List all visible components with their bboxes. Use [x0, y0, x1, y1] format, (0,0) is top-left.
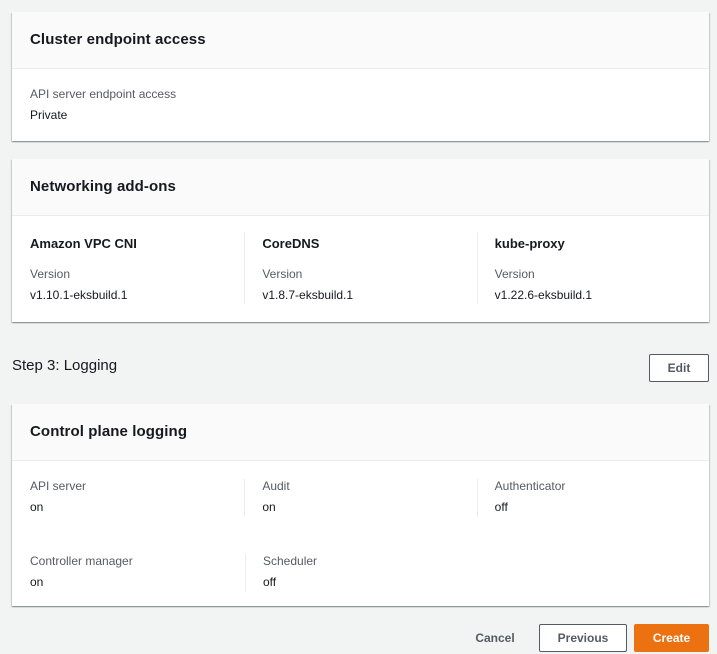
panel-title: Networking add-ons: [30, 178, 176, 195]
edit-logging-button[interactable]: Edit: [649, 354, 709, 382]
log-status-value: on: [30, 575, 44, 589]
panel-header: Control plane logging: [12, 404, 709, 461]
log-status-value: on: [30, 500, 44, 514]
panel-title: Control plane logging: [30, 423, 188, 440]
log-type-label: Audit: [262, 479, 290, 493]
logging-row: Controller manager on Scheduler off: [12, 553, 709, 628]
logging-row: API server on Audit on Authenticator off: [12, 478, 709, 553]
log-status-value: on: [262, 500, 276, 514]
log-api-server: API server on: [12, 478, 244, 553]
step-3-title: Step 3: Logging: [12, 357, 118, 374]
log-type-label: Scheduler: [263, 554, 318, 568]
log-scheduler: Scheduler off: [245, 553, 478, 628]
panel-title: Cluster endpoint access: [30, 31, 206, 48]
panel-header: Networking add-ons: [12, 159, 709, 216]
endpoint-access-value: Private: [30, 108, 68, 122]
create-button[interactable]: Create: [634, 624, 709, 652]
addon-coredns: CoreDNS Version v1.8.7-eksbuild.1: [244, 232, 476, 304]
log-controller-manager: Controller manager on: [12, 553, 245, 628]
log-status-value: off: [494, 500, 508, 514]
control-plane-logging-panel: Control plane logging API server on Audi…: [12, 404, 709, 606]
cluster-endpoint-access-panel: Cluster endpoint access API server endpo…: [12, 12, 709, 141]
log-authenticator: Authenticator off: [476, 478, 709, 553]
panel-body: API server endpoint access Private: [12, 69, 709, 123]
log-status-value: off: [263, 575, 277, 589]
addon-name: Amazon VPC CNI: [30, 236, 137, 251]
addon-version-label: Version: [262, 267, 303, 281]
log-type-label: Controller manager: [30, 554, 133, 568]
review-page: Cluster endpoint access API server endpo…: [0, 0, 717, 654]
addon-version-label: Version: [494, 267, 535, 281]
addon-kube-proxy: kube-proxy Version v1.22.6-eksbuild.1: [476, 232, 709, 304]
previous-button[interactable]: Previous: [539, 624, 627, 652]
addon-name: CoreDNS: [262, 236, 320, 251]
addon-version-value: v1.10.1-eksbuild.1: [30, 288, 128, 302]
endpoint-access-label: API server endpoint access: [30, 87, 177, 101]
addon-version-label: Version: [30, 267, 71, 281]
networking-addons-panel: Networking add-ons Amazon VPC CNI Versio…: [12, 159, 709, 322]
log-type-label: API server: [30, 479, 87, 493]
addon-name: kube-proxy: [494, 236, 565, 251]
cancel-button[interactable]: Cancel: [470, 624, 520, 652]
addon-version-value: v1.22.6-eksbuild.1: [494, 288, 593, 302]
log-audit: Audit on: [244, 478, 476, 553]
addon-version-value: v1.8.7-eksbuild.1: [262, 288, 354, 302]
logging-grid: API server on Audit on Authenticator off…: [12, 461, 709, 628]
addons-columns: Amazon VPC CNI Version v1.10.1-eksbuild.…: [12, 216, 709, 304]
addon-vpc-cni: Amazon VPC CNI Version v1.10.1-eksbuild.…: [12, 232, 244, 303]
panel-header: Cluster endpoint access: [12, 12, 709, 69]
log-type-label: Authenticator: [494, 479, 566, 493]
